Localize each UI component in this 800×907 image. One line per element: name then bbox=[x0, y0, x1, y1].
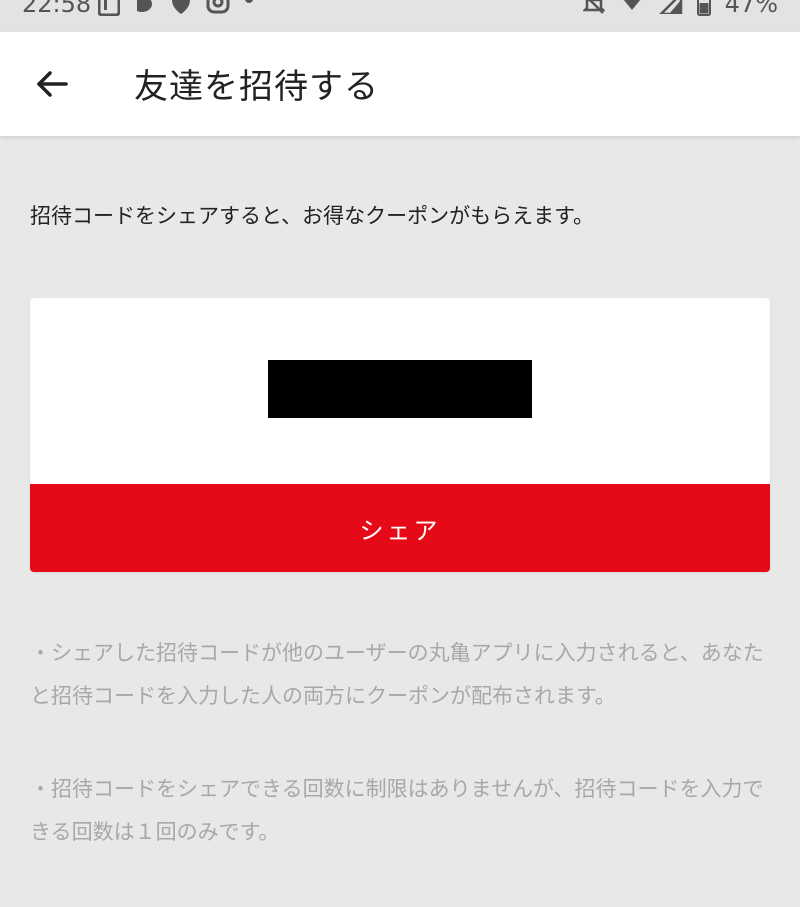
wifi-icon bbox=[623, 0, 640, 10]
screen: 22:58 47% 友達を招待する 招待コードをシェアすると、お得なクーポンがも… bbox=[0, 0, 800, 907]
intro-text: 招待コードをシェアすると、お得なクーポンがもらえます。 bbox=[30, 204, 595, 228]
invite-code-card: シェア bbox=[30, 298, 770, 572]
instagram-icon bbox=[206, 0, 230, 14]
note-entry-limit: ・招待コードをシェアできる回数に制限はありませんが、招待コードを入力できる回数は… bbox=[30, 777, 764, 844]
linkedin-icon bbox=[98, 0, 120, 16]
note-coupon-distribution: ・シェアした招待コードが他のユーザーの丸亀アプリに入力されると、あなたと招待コー… bbox=[30, 641, 764, 708]
signal-icon bbox=[658, 0, 682, 14]
status-icons-right: 47% bbox=[582, 0, 778, 18]
battery-percent: 47% bbox=[724, 0, 778, 18]
dot-icon bbox=[245, 0, 253, 3]
shield-icon bbox=[172, 0, 190, 14]
status-icons-left bbox=[98, 0, 254, 16]
app-icon bbox=[137, 0, 152, 13]
back-button[interactable] bbox=[30, 62, 74, 106]
status-bar: 22:58 47% bbox=[0, 0, 800, 32]
invite-code-redacted bbox=[268, 360, 532, 418]
share-button[interactable]: シェア bbox=[30, 484, 770, 572]
battery-icon bbox=[696, 0, 711, 16]
app-bar: 友達を招待する bbox=[0, 32, 800, 136]
arrow-left-icon bbox=[37, 71, 68, 97]
page-title: 友達を招待する bbox=[134, 67, 379, 107]
notifications-off-icon bbox=[582, 0, 605, 14]
status-time: 22:58 bbox=[22, 0, 92, 18]
